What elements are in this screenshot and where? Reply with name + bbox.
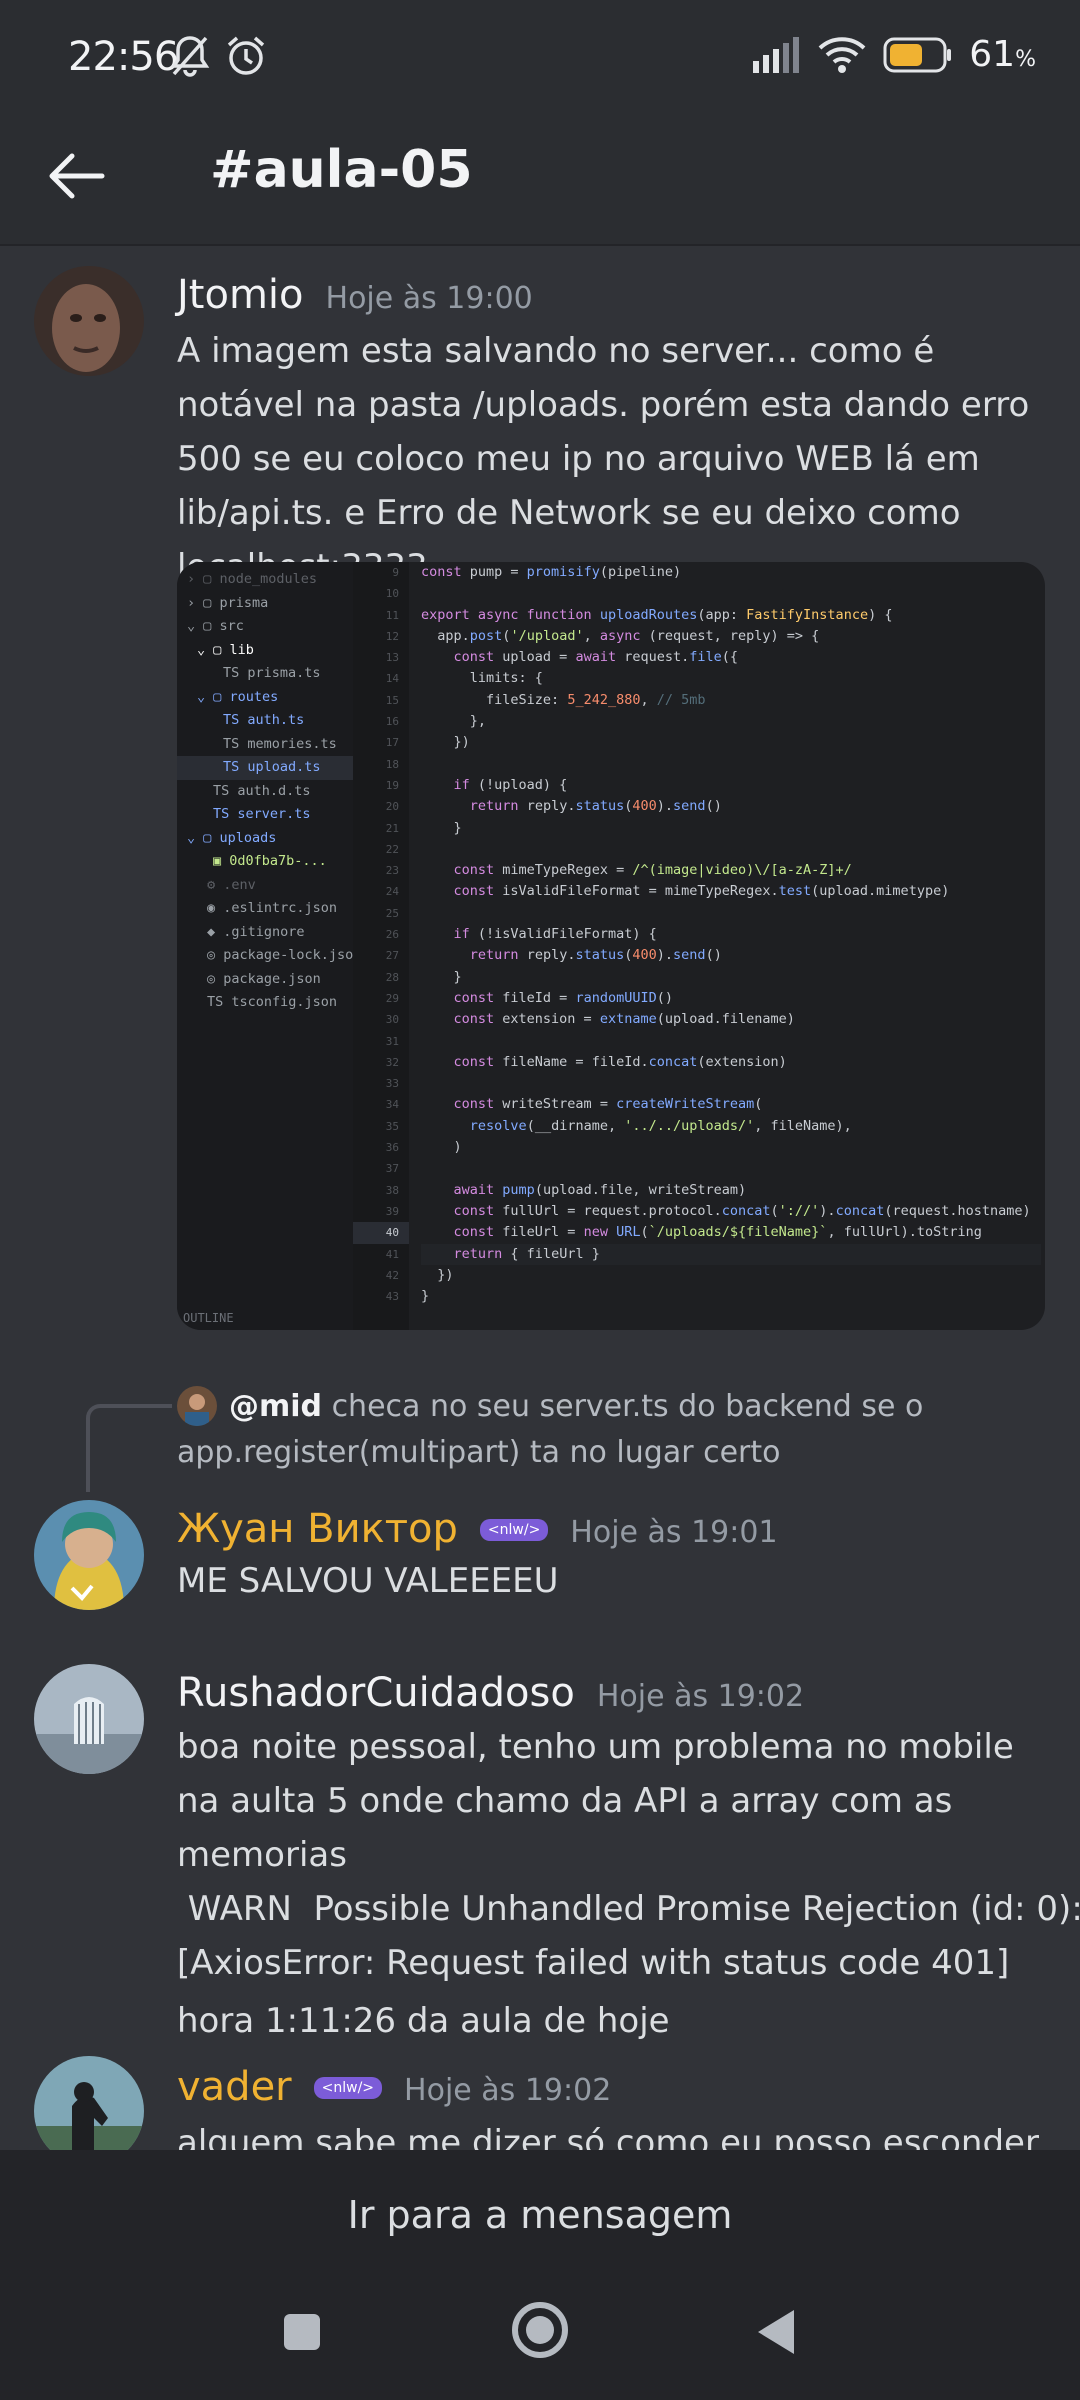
- username[interactable]: vader: [177, 2064, 292, 2110]
- timestamp: Hoje às 19:01: [570, 1515, 778, 1550]
- timestamp: Hoje às 19:00: [325, 281, 533, 316]
- reply-connector: [86, 1404, 172, 1492]
- clock: 22:56: [68, 34, 179, 80]
- signal-icon: [753, 36, 800, 73]
- recents-icon[interactable]: [282, 2312, 322, 2352]
- message-text: ME SALVOU VALEEEEU: [177, 1561, 559, 1601]
- avatar[interactable]: [34, 1664, 144, 1774]
- channel-header: #aula-05: [0, 118, 1080, 246]
- wifi-icon: [818, 36, 866, 73]
- username[interactable]: RushadorCuidadoso: [177, 1670, 575, 1716]
- code-editor: const pump = promisify(pipeline) export …: [421, 562, 1041, 1330]
- battery-icon: [883, 37, 952, 72]
- status-bar: 22:56 61%: [0, 0, 1080, 118]
- bell-off-icon: [170, 36, 210, 77]
- back-arrow-icon[interactable]: [44, 144, 108, 208]
- alarm-icon: [227, 36, 265, 75]
- message-text: A imagem esta salvando no server... como…: [177, 331, 1030, 587]
- server-tag: <nlw/>: [313, 2077, 383, 2099]
- home-icon[interactable]: [510, 2300, 570, 2360]
- battery-percent: 61%: [969, 34, 1036, 75]
- channel-title: #aula-05: [210, 140, 473, 200]
- username[interactable]: Жуан Виктор: [177, 1506, 458, 1552]
- reply-preview[interactable]: @mid checa no seu server.ts do backend s…: [177, 1384, 1057, 1476]
- jump-to-message-button[interactable]: Ir para a mensagem: [0, 2150, 1080, 2280]
- image-attachment[interactable]: › ▢ node_modules › ▢ prisma ⌄ ▢ src ⌄ ▢ …: [177, 562, 1045, 1330]
- avatar[interactable]: [34, 1500, 144, 1610]
- reply-mention[interactable]: @mid: [229, 1389, 322, 1424]
- avatar[interactable]: [34, 266, 144, 376]
- message-text: boa noite pessoal, tenho um problema no …: [177, 1727, 1080, 2041]
- timestamp: Hoje às 19:02: [404, 2073, 612, 2108]
- username[interactable]: Jtomio: [177, 272, 304, 318]
- file-explorer: › ▢ node_modules › ▢ prisma ⌄ ▢ src ⌄ ▢ …: [177, 562, 361, 1330]
- line-numbers: 9 10 11 12 13 14 15 16 17 18 19 20 21 22 23 24 25 26 27 28 2…: [353, 562, 409, 1330]
- server-tag: <nlw/>: [479, 1519, 549, 1541]
- timestamp: Hoje às 19:02: [596, 1679, 805, 1714]
- back-triangle-icon[interactable]: [754, 2308, 798, 2356]
- system-nav-bar: [0, 2280, 1080, 2400]
